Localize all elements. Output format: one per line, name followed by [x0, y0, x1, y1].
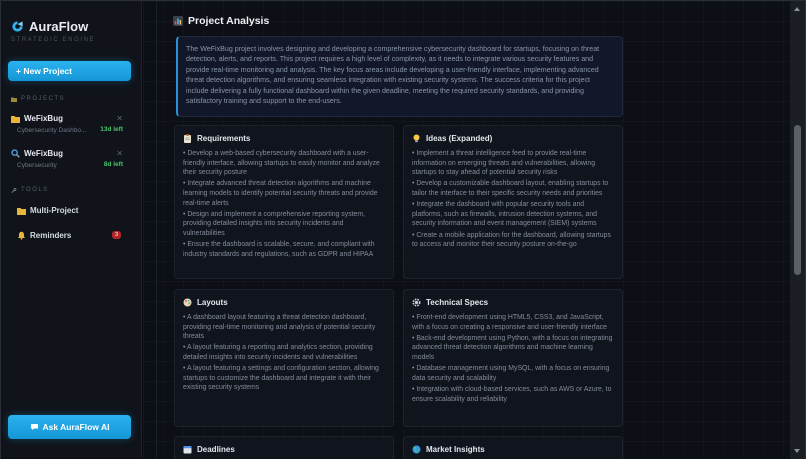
specs-list: Front-end development using HTML5, CSS3,…	[412, 313, 614, 404]
lightbulb-icon	[413, 134, 420, 143]
project-item-wefixbug-2[interactable]: WeFixBug ✕ Cybersecurity 8d left	[11, 149, 123, 169]
project-description: Cybersecurity Dashbo...	[17, 127, 87, 134]
list-item: Implement a threat intelligence feed to …	[412, 149, 614, 178]
close-icon[interactable]: ✕	[116, 114, 123, 123]
new-project-button[interactable]: + New Project	[8, 61, 131, 81]
ask-ai-label: Ask AuraFlow AI	[42, 422, 110, 432]
deadlines-card: Deadlines	[174, 436, 394, 459]
card-title: Technical Specs	[426, 298, 489, 307]
card-header: Layouts	[183, 298, 385, 307]
tool-reminders[interactable]: Reminders	[17, 231, 71, 240]
folder-icon	[17, 207, 26, 215]
project-summary: The WeFixBug project involves designing …	[176, 36, 623, 117]
search-icon	[11, 149, 20, 158]
card-header: Deadlines	[183, 445, 385, 454]
technical-specs-card: Technical Specs Front-end development us…	[403, 289, 623, 427]
tool-label: Reminders	[30, 231, 72, 240]
card-header: Requirements	[183, 134, 385, 143]
scroll-down-arrow-icon[interactable]	[794, 449, 800, 453]
brand-tagline: STRATEGIC ENGINE	[11, 37, 96, 43]
requirements-card: Requirements Develop a web-based cyberse…	[174, 125, 394, 279]
reminders-count-badge: 3	[112, 231, 121, 239]
days-left-badge: 8d left	[103, 161, 123, 168]
scrollbar-thumb[interactable]	[794, 125, 801, 275]
aura-logo-icon	[12, 21, 23, 32]
card-title: Requirements	[197, 134, 251, 143]
palette-icon	[183, 298, 192, 307]
card-header: Market Insights	[412, 445, 614, 454]
chat-bubble-icon	[30, 424, 38, 430]
gear-icon	[412, 298, 421, 307]
ask-ai-button[interactable]: Ask AuraFlow AI	[8, 415, 131, 439]
requirements-list: Develop a web-based cybersecurity dashbo…	[183, 149, 385, 259]
bell-icon	[18, 231, 25, 240]
days-left-badge: 13d left	[100, 126, 123, 133]
list-item: Create a mobile application for the dash…	[412, 231, 614, 250]
calendar-icon	[183, 446, 192, 454]
market-insights-card: Market Insights	[403, 436, 623, 459]
bar-chart-icon	[173, 16, 183, 26]
main-content: Project Analysis The WeFixBug project in…	[143, 1, 789, 459]
project-name: WeFixBug	[24, 149, 63, 158]
list-item: Integrate advanced threat detection algo…	[183, 179, 385, 208]
projects-label: PROJECTS	[21, 96, 66, 102]
tools-icon	[11, 187, 17, 193]
tool-multi-project[interactable]: Multi-Project	[17, 206, 78, 215]
folder-icon	[11, 115, 20, 123]
projects-section-label: PROJECTS	[11, 96, 65, 102]
scrollbar[interactable]	[790, 1, 805, 459]
tools-section-label: TOOLS	[11, 187, 49, 193]
list-item: A layout featuring a reporting and analy…	[183, 343, 385, 362]
list-item: Design and implement a comprehensive rep…	[183, 210, 385, 239]
list-item: Ensure the dashboard is scalable, secure…	[183, 240, 385, 259]
project-item-wefixbug-1[interactable]: WeFixBug ✕ Cybersecurity Dashbo... 13d l…	[11, 114, 123, 134]
globe-icon	[412, 445, 421, 454]
list-item: Integration with cloud-based services, s…	[412, 385, 614, 404]
layouts-list: A dashboard layout featuring a threat de…	[183, 313, 385, 393]
folder-icon	[11, 97, 17, 102]
project-description: Cybersecurity	[17, 162, 57, 169]
page-title-text: Project Analysis	[188, 15, 270, 27]
clipboard-icon	[184, 134, 191, 143]
close-icon[interactable]: ✕	[116, 149, 123, 158]
divider	[156, 1, 157, 459]
card-title: Deadlines	[197, 445, 235, 454]
project-name: WeFixBug	[24, 114, 63, 123]
brand-title: AuraFlow	[29, 19, 89, 34]
tools-label: TOOLS	[21, 187, 49, 193]
card-title: Layouts	[197, 298, 228, 307]
list-item: A dashboard layout featuring a threat de…	[183, 313, 385, 342]
card-header: Ideas (Expanded)	[412, 134, 614, 143]
scroll-up-arrow-icon[interactable]	[794, 7, 800, 11]
list-item: Back-end development using Python, with …	[412, 334, 614, 363]
card-title: Ideas (Expanded)	[426, 134, 493, 143]
sidebar: AuraFlow STRATEGIC ENGINE + New Project …	[1, 1, 142, 458]
list-item: Develop a web-based cybersecurity dashbo…	[183, 149, 385, 178]
list-item: A layout featuring a settings and config…	[183, 364, 385, 393]
list-item: Front-end development using HTML5, CSS3,…	[412, 313, 614, 332]
ideas-list: Implement a threat intelligence feed to …	[412, 149, 614, 250]
page-title: Project Analysis	[173, 15, 269, 27]
card-title: Market Insights	[426, 445, 485, 454]
layouts-card: Layouts A dashboard layout featuring a t…	[174, 289, 394, 427]
list-item: Database management using MySQL, with a …	[412, 364, 614, 383]
ideas-card: Ideas (Expanded) Implement a threat inte…	[403, 125, 623, 279]
list-item: Integrate the dashboard with popular sec…	[412, 200, 614, 229]
card-header: Technical Specs	[412, 298, 614, 307]
brand[interactable]: AuraFlow	[11, 19, 88, 34]
tool-label: Multi-Project	[30, 206, 79, 215]
list-item: Develop a customizable dashboard layout,…	[412, 179, 614, 198]
